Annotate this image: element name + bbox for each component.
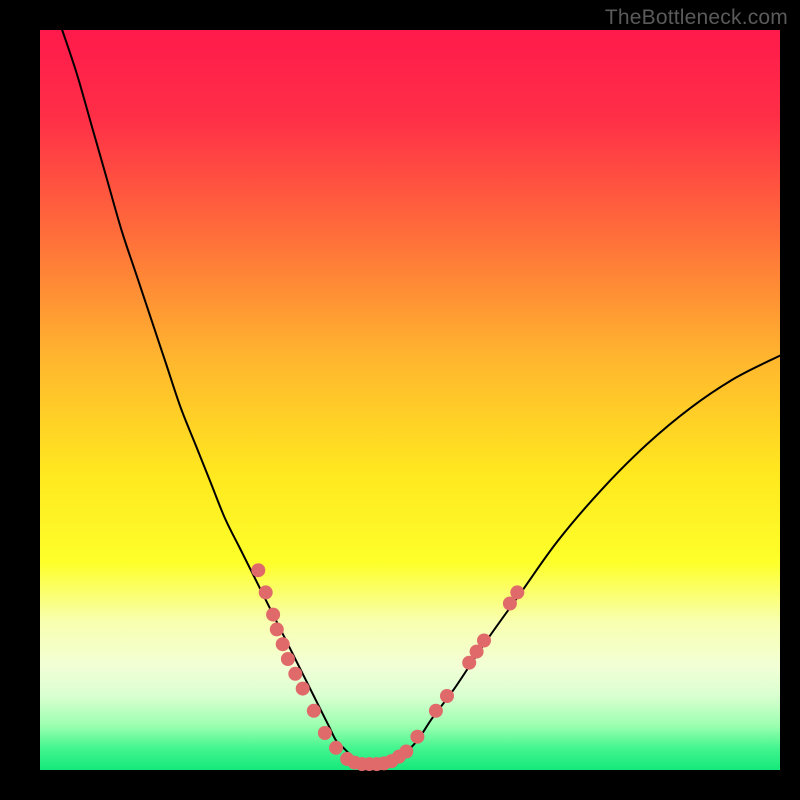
sample-dot <box>440 689 454 703</box>
sample-dot <box>477 634 491 648</box>
sample-dot <box>329 741 343 755</box>
sample-dot <box>307 704 321 718</box>
chart-canvas <box>0 0 800 800</box>
chart-frame: TheBottleneck.com <box>0 0 800 800</box>
sample-dot <box>266 608 280 622</box>
plot-background <box>40 30 780 770</box>
sample-dot <box>410 730 424 744</box>
sample-dot <box>399 745 413 759</box>
sample-dot <box>429 704 443 718</box>
sample-dot <box>276 637 290 651</box>
sample-dot <box>259 585 273 599</box>
sample-dot <box>270 622 284 636</box>
sample-dot <box>251 563 265 577</box>
sample-dot <box>318 726 332 740</box>
sample-dot <box>296 682 310 696</box>
sample-dot <box>510 585 524 599</box>
sample-dot <box>281 652 295 666</box>
sample-dot <box>288 667 302 681</box>
